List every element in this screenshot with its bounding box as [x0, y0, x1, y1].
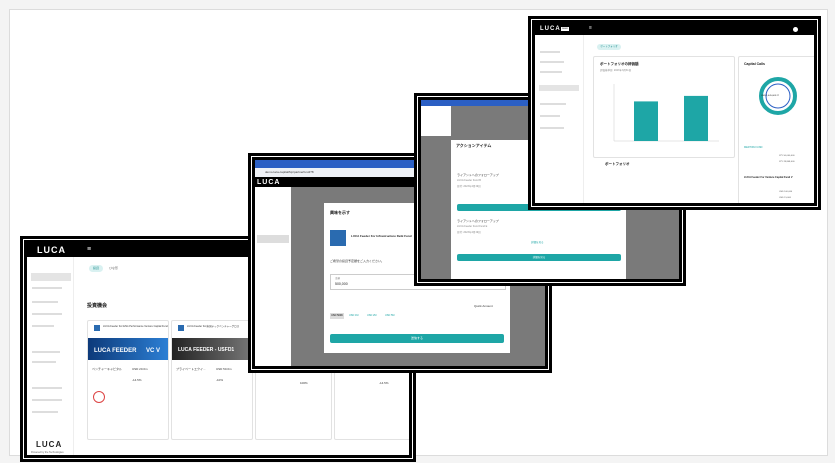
- card-metric: 100%: [300, 381, 308, 385]
- card-amount: USD 200.0m: [379, 369, 397, 373]
- opportunity-card[interactable]: プライベート・エクイ... USD 200.0m -14.5%: [334, 363, 409, 440]
- opportunity-card[interactable]: プライベート・エクイ... USD 50.0m 100%: [255, 363, 332, 440]
- fund-value: JPY 28,848,000: [779, 161, 795, 163]
- fund-value: JPY 50,000,000: [779, 155, 795, 157]
- details-button[interactable]: 詳細を見る: [457, 254, 621, 261]
- top-bar: LUCA DEMO ≡: [535, 23, 814, 35]
- card-metric: -10%: [216, 378, 224, 382]
- dialog-title: 興味を示す: [330, 210, 350, 215]
- portfolio-value-card: ポートフォリオの評価額 評価基準日: 2023年3月31日: [593, 56, 735, 158]
- tab-template[interactable]: ひな形: [109, 267, 118, 270]
- quick-amount-2m[interactable]: USD 2M: [367, 314, 376, 318]
- card-amount: USD 50.0m: [300, 369, 316, 373]
- quick-amount-5m[interactable]: USD 5M: [385, 314, 394, 318]
- sidebar: [255, 187, 292, 366]
- fund-thumbnail: [94, 325, 100, 331]
- brand-logo: LUCA: [257, 179, 281, 186]
- donut-label: USD 1,445,063.27: [761, 95, 779, 97]
- amount-label: 金額: [335, 277, 341, 280]
- avatar[interactable]: [793, 27, 798, 32]
- card-title: LUCA Feeder For ESG Performance Venture …: [103, 325, 168, 328]
- item-title: ライアントへのフォローアップ: [457, 173, 499, 177]
- card-manager: プライベートエクイ...: [176, 367, 206, 371]
- quick-amount-500k[interactable]: USD 500K: [330, 313, 344, 319]
- tab-invest[interactable]: 投資: [89, 265, 103, 272]
- portfolio-section-title: ポートフォリオ: [605, 162, 630, 166]
- risk-gauge-icon: [93, 391, 105, 403]
- fund-value: USD 15,000: [779, 197, 791, 199]
- portfolio-title: ポートフォリオの評価額: [600, 62, 639, 66]
- banner-text: LUCA FEEDER: [94, 348, 137, 354]
- card-manager: プライベート・エクイ...: [339, 369, 372, 373]
- card-manager: ベンチャーキャピタル: [92, 367, 122, 371]
- submit-button[interactable]: 送信する: [330, 334, 504, 343]
- portfolio-bar-chart: [613, 84, 719, 142]
- amount-value: 500,000: [335, 282, 348, 286]
- url-text[interactable]: demo.luca.capital/fcp/partnerfund/78: [265, 171, 314, 174]
- capital-calls-card: Capital Calls USD 1,445,063.27 MEDTIPA F…: [738, 56, 814, 203]
- screenshot-portfolio: LUCA DEMO ≡ ポートフォリオ ポートフォリオの評価額 評価基準日: 2…: [531, 19, 818, 207]
- demo-badge: DEMO: [561, 27, 569, 31]
- details-link[interactable]: 詳細を見る: [531, 241, 544, 245]
- card-metric: -14.5%: [132, 378, 142, 382]
- card-banner: LUCA FEEDER - USFD1: [172, 338, 252, 360]
- opportunity-card[interactable]: LUCA Feeder For ESG Performance Venture …: [87, 320, 169, 440]
- capital-title: Capital Calls: [744, 62, 766, 66]
- brand-logo: LUCA: [37, 245, 66, 255]
- banner-text: LUCA FEEDER - USFD1: [178, 347, 235, 353]
- card-banner: LUCA FEEDER VC V: [88, 338, 168, 360]
- card-amount: USD 50.0m: [216, 367, 232, 371]
- fund-thumbnail: [178, 325, 184, 331]
- fund-thumbnail: [330, 230, 346, 246]
- item-date: 日付: 2023年4月19日: [457, 231, 481, 234]
- item-date: 日付: 2023年4月19日: [457, 185, 481, 188]
- quick-amount-label: Quick Amount: [474, 304, 493, 308]
- sidebar: [535, 35, 584, 203]
- footer-brand: LUCA: [36, 440, 63, 449]
- banner-code: VC V: [146, 348, 161, 354]
- item-sub: LUCA Feeder Fund B: [457, 179, 481, 182]
- fund-value: USD 100,000: [779, 191, 793, 193]
- item-title: ライアントへのフォローアップ: [457, 219, 499, 223]
- menu-icon[interactable]: ≡: [87, 246, 91, 253]
- opportunity-card[interactable]: LUCA Feeder For米国テックベンチャーグロス LUCA FEEDER…: [171, 320, 253, 440]
- item-sub: LUCA Feeder Fund Fund E: [457, 225, 488, 228]
- panel-title: アクションアイテム: [456, 143, 492, 148]
- section-title: 投資機会: [87, 303, 108, 309]
- quick-amount-1m[interactable]: USD 1M: [349, 314, 358, 318]
- sidebar: LUCA Powered by the Technologies: [27, 257, 74, 455]
- screenshot-stage: LUCA ≡ LUCA Powered by the Technologies …: [0, 0, 835, 463]
- tab-portfolio[interactable]: ポートフォリオ: [597, 44, 621, 50]
- card-manager: プライベート・エクイ...: [260, 369, 293, 373]
- card-amount: USD 20.0m: [132, 367, 148, 371]
- fund-name: LUCA Feeder For Infrastructure Debt Fund: [351, 234, 412, 238]
- dialog-prompt: ご希望の投資予定額をご入力ください。: [330, 259, 385, 263]
- fund-link[interactable]: MEDTIPA FUND: [744, 146, 762, 150]
- sidebar-item-active[interactable]: [31, 273, 71, 281]
- brand-logo: LUCA: [540, 26, 561, 32]
- portfolio-bar[interactable]: [684, 95, 708, 141]
- portfolio-date: 評価基準日: 2023年3月31日: [600, 69, 632, 72]
- menu-icon[interactable]: ≡: [589, 26, 592, 31]
- footer-powered: Powered by the Technologies: [31, 451, 64, 454]
- fund-name: LUCA Feeder For Venture Capital Fund V: [744, 176, 793, 179]
- card-title: LUCA Feeder For米国テックベンチャーグロス: [187, 325, 240, 328]
- card-metric: -14.5%: [379, 381, 389, 385]
- portfolio-bar[interactable]: [634, 101, 658, 141]
